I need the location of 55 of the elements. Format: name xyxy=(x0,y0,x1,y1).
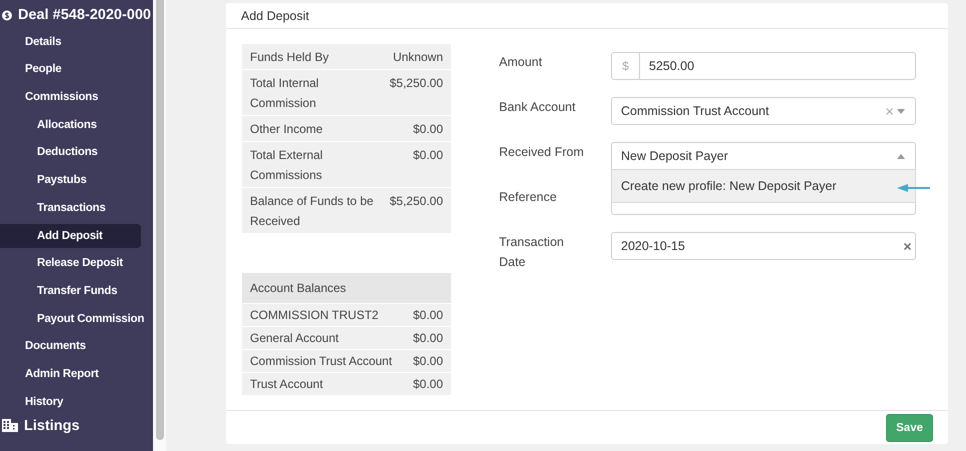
table-cell-text: Total External Commissions xyxy=(250,146,324,184)
nav-item[interactable]: Add Deposit xyxy=(0,224,141,248)
card-title: Add Deposit xyxy=(241,8,310,23)
caret-icon[interactable] xyxy=(897,108,905,114)
amount-field[interactable]: $ 5250.00 xyxy=(611,52,916,80)
table-cell-text: Commission Trust Account xyxy=(250,353,392,370)
table-cell-text: $0.00 xyxy=(412,330,443,348)
nav-item[interactable]: Admin Report xyxy=(0,362,141,386)
table-cell-text: $0.00 xyxy=(412,120,443,138)
table-cell-text: Unknown xyxy=(392,48,443,66)
deal-title: Deal #548-2020-000 xyxy=(18,7,151,23)
nav-item[interactable]: Details xyxy=(0,30,141,54)
nav-item[interactable]: People xyxy=(0,57,141,82)
select-field[interactable]: New Deposit Payer xyxy=(611,142,916,170)
field-label: Reference xyxy=(499,189,558,206)
table-cell-text: $0.00 xyxy=(412,353,443,370)
nav-item[interactable]: Release Deposit xyxy=(0,251,141,276)
table-cell-text: Funds Held By xyxy=(250,48,329,66)
table-cell-text: Total Internal Commission xyxy=(250,74,320,112)
nav-item[interactable]: Deductions xyxy=(0,140,141,164)
field-value: 2020-10-15 xyxy=(620,239,686,254)
scrollbar[interactable] xyxy=(156,0,164,440)
table-cell-text: $0.00 xyxy=(412,376,443,394)
table-cell-text: Other Income xyxy=(250,120,323,138)
date-field[interactable]: 2020-10-15 xyxy=(611,232,916,260)
clear-icon[interactable] xyxy=(886,108,893,115)
table-cell-text: $0.00 xyxy=(412,307,443,324)
nav-item[interactable]: Paystubs xyxy=(0,168,141,192)
table-cell-text: $5,250.00 xyxy=(390,192,443,210)
table-cell-text: General Account xyxy=(250,330,339,348)
table-cell-text: COMMISSION TRUST2 xyxy=(250,307,378,324)
field-label: Transaction Date xyxy=(499,234,565,272)
caret-icon[interactable] xyxy=(897,154,905,159)
field-label: Bank Account xyxy=(499,99,576,116)
table-cell-text: $5,250.00 xyxy=(390,74,443,92)
table-cell-text: Trust Account xyxy=(250,376,323,394)
table-cell-text: $0.00 xyxy=(412,146,443,164)
field-label: Received From xyxy=(499,144,585,162)
field-label: Amount xyxy=(499,54,544,72)
nav-item[interactable]: Allocations xyxy=(0,112,141,137)
field-value: Commission Trust Account xyxy=(620,104,770,118)
table-cell-text: Balance of Funds to be Received xyxy=(250,192,374,230)
table-header: Account Balances xyxy=(250,280,346,298)
nav-section[interactable]: Listings xyxy=(24,418,80,434)
nav-item[interactable]: History xyxy=(0,390,141,414)
clear-icon[interactable] xyxy=(904,242,911,250)
dropdown-option[interactable]: Create new profile: New Deposit Payer xyxy=(612,170,915,202)
nav-item[interactable]: Documents xyxy=(0,334,141,358)
nav-item[interactable]: Transactions xyxy=(0,196,141,220)
nav-item[interactable]: Transfer Funds xyxy=(0,278,141,303)
field-value: New Deposit Payer xyxy=(620,149,729,164)
field-value: 5250.00 xyxy=(648,59,696,74)
select-field[interactable]: Commission Trust Account xyxy=(611,97,916,126)
nav-item[interactable]: Commissions xyxy=(0,85,141,110)
pointer-arrow xyxy=(897,184,930,192)
